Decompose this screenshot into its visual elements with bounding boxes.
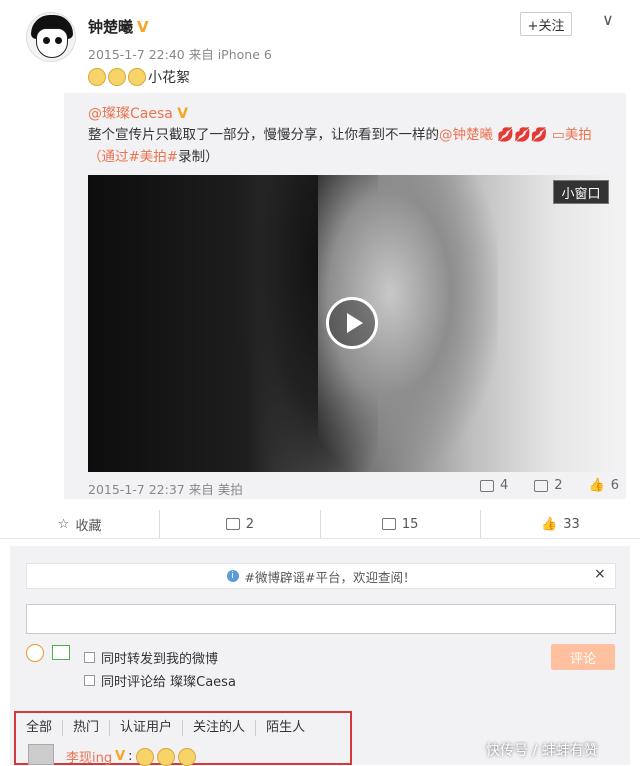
info-icon: i <box>226 570 239 582</box>
verified-badge-icon: V <box>177 106 189 122</box>
comment-row: 李现ing V: <box>66 747 196 766</box>
checkbox-label: 同时评论给 璨璨Caesa <box>101 675 236 690</box>
emoji-icon <box>108 68 126 86</box>
emoji-icon[interactable] <box>26 644 44 662</box>
mini-window-button[interactable]: 小窗口 <box>553 180 609 204</box>
hashtag-link[interactable]: #美拍# <box>129 149 179 165</box>
like-count: 6 <box>610 478 620 493</box>
mention-link[interactable]: @钟楚曦 <box>439 127 493 143</box>
post-meta: 2015-1-7 22:40 来自 iPhone 6 <box>88 44 272 63</box>
repost-meta: 2015-1-7 22:37 来自 美拍 <box>88 479 243 498</box>
author-avatar[interactable] <box>26 12 76 62</box>
comment-icon <box>381 518 396 530</box>
verified-badge-icon: V <box>115 749 126 764</box>
repost-author-name[interactable]: @璨璨Caesa <box>88 106 173 122</box>
commenter-name[interactable]: 李现ing <box>66 747 112 766</box>
watermark: 快传号 / 蚌蚌有赞 <box>486 743 598 759</box>
emoji-icon <box>156 747 175 766</box>
play-icon <box>346 313 363 333</box>
repost-count: 2 <box>245 516 255 532</box>
post-text-content: 小花絮 <box>148 70 190 86</box>
repost-timestamp[interactable]: 2015-1-7 22:37 <box>88 482 185 497</box>
share-icon <box>225 518 240 530</box>
repost-stats: 4 2 👍 6 <box>480 478 619 493</box>
comment-button[interactable]: 15 <box>321 510 481 538</box>
emoji-icon <box>177 747 196 766</box>
emoji-icon <box>128 68 146 86</box>
post-source: 来自 iPhone 6 <box>188 47 272 62</box>
repost-source: 来自 美拍 <box>188 482 243 497</box>
repost-comment-stat[interactable]: 2 <box>534 478 563 493</box>
checkbox-box[interactable] <box>84 675 95 686</box>
repost-text-part: 整个宣传片只截取了一部分，慢慢分享，让你看到不一样的 <box>88 127 439 143</box>
filter-tab-verified[interactable]: 认证用户 <box>110 720 184 736</box>
repost-author[interactable]: @璨璨Caesa V <box>88 103 188 123</box>
thumbs-up-icon: 👍 <box>588 478 605 493</box>
like-count: 33 <box>563 516 580 532</box>
emoji-icon <box>135 747 154 766</box>
share-icon <box>480 479 494 492</box>
post-timestamp[interactable]: 2015-1-7 22:40 <box>88 47 185 62</box>
filter-tab-all[interactable]: 全部 <box>26 720 64 736</box>
repost-share-stat[interactable]: 4 <box>480 478 508 493</box>
post-author[interactable]: 钟楚曦 V <box>88 16 149 37</box>
follow-button[interactable]: +关注 <box>520 12 572 36</box>
submit-comment-button[interactable]: 评论 <box>551 644 615 670</box>
emoji-icon <box>88 68 106 86</box>
chevron-down-icon[interactable]: ∨ <box>602 10 614 29</box>
favorite-button[interactable]: ☆ 收藏 <box>0 510 161 538</box>
comment-to-author-checkbox[interactable]: 同时评论给 璨璨Caesa <box>84 671 236 690</box>
commenter-avatar[interactable] <box>28 744 54 765</box>
comment-icon <box>534 479 549 492</box>
comment-count: 2 <box>554 478 563 493</box>
repost-text: 整个宣传片只截取了一部分，慢慢分享，让你看到不一样的@钟楚曦 💋💋💋 ▭美拍（通… <box>88 124 618 168</box>
verified-badge-icon: V <box>137 18 149 36</box>
star-icon: ☆ <box>57 516 70 532</box>
filter-tab-strangers[interactable]: 陌生人 <box>256 720 315 736</box>
close-icon[interactable]: × <box>594 566 606 582</box>
post-author-name[interactable]: 钟楚曦 <box>88 18 133 36</box>
play-button[interactable] <box>326 297 378 349</box>
rumor-notice[interactable]: i #微博辟谣#平台，欢迎查阅！ <box>26 563 616 589</box>
repost-text-tail: 录制） <box>178 149 219 165</box>
image-icon[interactable] <box>52 645 70 660</box>
action-bar: ☆ 收藏 2 15 👍 33 <box>0 508 640 538</box>
comment-filter-tabs: 全部 热门 认证用户 关注的人 陌生人 <box>26 720 315 736</box>
checkbox-label: 同时转发到我的微博 <box>101 652 219 667</box>
divider <box>0 538 640 546</box>
share-count: 4 <box>500 478 509 493</box>
post-text: 小花絮 <box>88 67 190 87</box>
checkbox-box[interactable] <box>84 652 95 663</box>
comment-input[interactable] <box>26 604 616 634</box>
repost-to-my-weibo-checkbox[interactable]: 同时转发到我的微博 <box>84 648 218 667</box>
lips-emoji-icon: 💋💋💋 <box>497 127 548 143</box>
repost-button[interactable]: 2 <box>160 510 321 538</box>
filter-tab-hot[interactable]: 热门 <box>63 720 111 736</box>
notice-text: #微博辟谣#平台，欢迎查阅！ <box>244 569 416 585</box>
thumbs-up-icon: 👍 <box>541 516 558 532</box>
favorite-label: 收藏 <box>75 518 102 534</box>
repost-like-stat[interactable]: 👍 6 <box>589 478 619 493</box>
like-button[interactable]: 👍 33 <box>481 510 640 538</box>
meipai-link-icon[interactable]: ▭ <box>552 127 565 143</box>
filter-tab-following[interactable]: 关注的人 <box>183 720 257 736</box>
comment-count: 15 <box>401 516 419 532</box>
